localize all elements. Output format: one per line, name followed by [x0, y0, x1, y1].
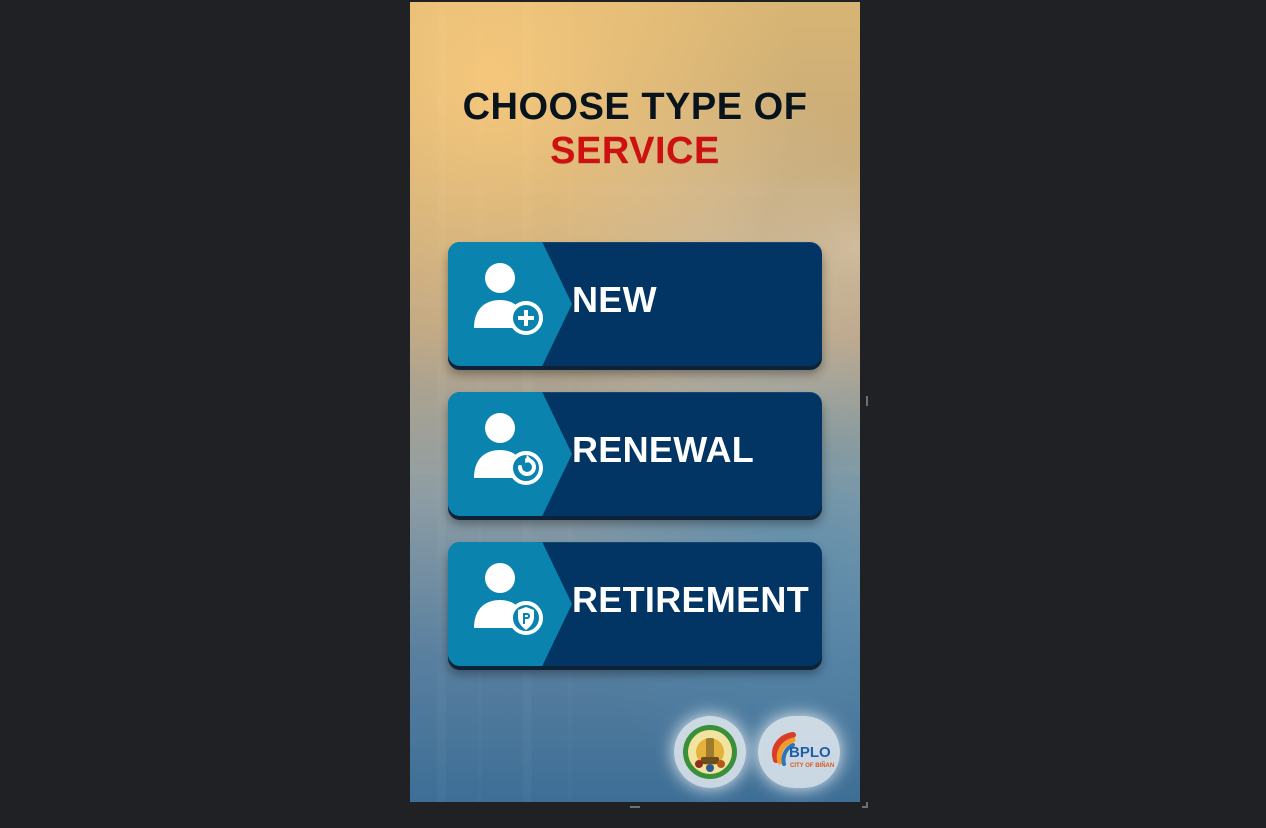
city-seal-icon — [683, 725, 737, 779]
renewal-button-label: RENEWAL — [572, 429, 755, 470]
title-line-primary: CHOOSE TYPE OF — [462, 86, 808, 128]
bplo-logo-subtext: CITY OF BIÑAN — [790, 762, 834, 769]
window-resize-handle-bottom[interactable] — [630, 806, 640, 808]
retirement-button-label: RETIREMENT — [572, 579, 809, 620]
bplo-logo-icon: BPLO CITY OF BIÑAN — [772, 732, 834, 769]
new-service-button[interactable]: NEW — [448, 242, 822, 366]
retirement-service-button[interactable]: RETIREMENT — [448, 542, 822, 666]
screen-title: CHOOSE TYPE OF SERVICE — [410, 88, 860, 170]
user-renew-icon — [474, 413, 543, 485]
renewal-service-button[interactable]: RENEWAL — [448, 392, 822, 516]
window-resize-handle-corner[interactable] — [862, 802, 868, 808]
user-retire-icon — [474, 563, 543, 635]
bplo-logo: BPLO CITY OF BIÑAN — [758, 716, 840, 788]
bplo-logo-text: BPLO — [789, 744, 831, 761]
city-seal-logo — [674, 716, 746, 788]
new-button-label: NEW — [572, 279, 657, 320]
app-window: CHOOSE TYPE OF SERVICE NEW RENEWAL RETIR… — [0, 0, 1266, 828]
footer-logos: BPLO CITY OF BIÑAN — [674, 716, 840, 788]
title-line-highlight: SERVICE — [550, 130, 720, 172]
user-add-icon — [474, 263, 543, 335]
service-selection-screen: CHOOSE TYPE OF SERVICE NEW RENEWAL RETIR… — [410, 2, 860, 802]
window-resize-handle-right[interactable] — [866, 396, 868, 406]
